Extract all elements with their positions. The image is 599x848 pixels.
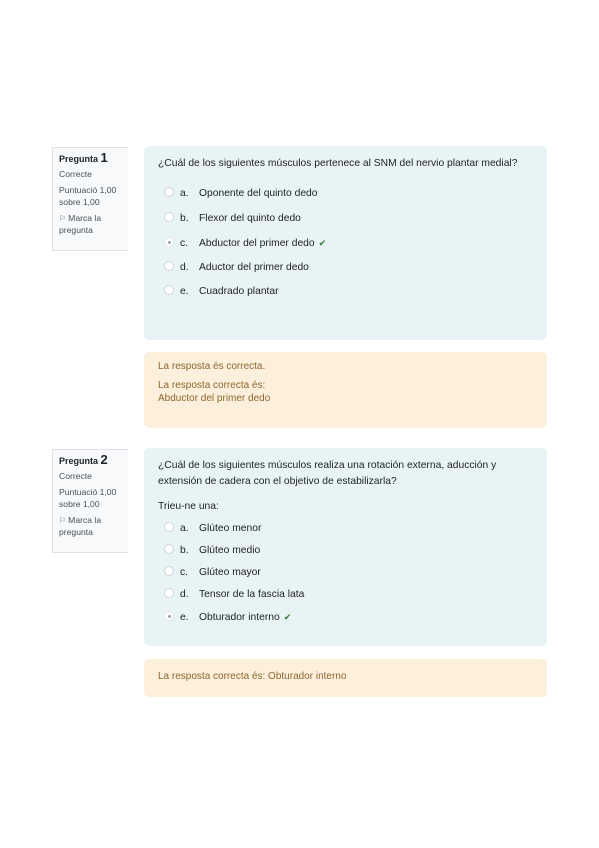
question-text: ¿Cuál de los siguientes músculos pertene… [158,158,518,169]
right-answer-label: La resposta correcta és: [158,380,266,391]
answer-list: a. Glúteo menor b. Glúteo medio c. Glúteo m… [158,518,533,628]
answer-text: Glúteo medio [199,545,261,556]
radio-button[interactable] [164,187,174,198]
radio-button-selected[interactable] [164,611,174,622]
question-state: Correcte [59,168,92,179]
answer-option-b[interactable]: b. Glúteo medio [158,540,533,562]
question-state: Correcte [59,470,92,481]
question-number: Pregunta 2 [59,452,108,467]
answer-option-b[interactable]: b. Flexor del quinto dedo [158,207,533,232]
flag-question-link[interactable]: ⚐ Marca la pregunta [59,213,121,236]
check-icon: ✔ [318,238,327,248]
answer-option-d[interactable]: d. Tensor de la fascia lata [158,584,533,606]
answer-option-e[interactable]: e. Cuadrado plantar [158,280,533,305]
answer-text: Oponente del quinto dedo [199,188,318,199]
question-feedback: La resposta correcta és: Obturador inter… [144,659,547,697]
radio-button[interactable] [164,211,174,222]
answer-text: Aductor del primer dedo [199,261,309,273]
flag-question-link[interactable]: ⚐ Marca la pregunta [59,515,121,538]
general-feedback: La resposta és correcta. [158,361,266,372]
radio-button[interactable] [164,260,174,271]
right-answer-text: Abductor del primer dedo [158,393,271,404]
answer-text: Abductor del primer dedo [199,238,315,249]
radio-button[interactable] [164,544,174,555]
right-answer-text: La resposta correcta és: Obturador inter… [158,671,347,682]
answer-text: Cuadrado plantar [199,286,279,297]
radio-button[interactable] [164,588,174,599]
answer-option-c[interactable]: c. Glúteo mayor [158,562,533,584]
question-info: Pregunta 1 Correcte Puntuació 1,00 sobre… [52,147,128,251]
answer-option-c[interactable]: c. Abductor del primer dedo ✔ [158,231,533,256]
radio-button-selected[interactable] [164,237,174,248]
answer-option-a[interactable]: a. Oponente del quinto dedo [158,182,533,207]
flag-icon: ⚐ [59,516,67,525]
flag-icon: ⚐ [59,214,67,223]
answer-option-d[interactable]: d. Aductor del primer dedo [158,256,533,281]
answer-text: Glúteo menor [199,523,262,534]
answer-text: Glúteo mayor [199,567,261,578]
question-feedback: La resposta és correcta. La resposta cor… [144,352,547,428]
answer-option-e[interactable]: e. Obturador interno ✔ [158,606,533,628]
check-icon: ✔ [283,612,292,622]
question-info: Pregunta 2 Correcte Puntuació 1,00 sobre… [52,449,128,553]
answer-prompt: Trieu-ne una: [158,501,219,512]
question-formulation: ¿Cuál de los siguientes músculos pertene… [144,146,547,340]
question-grade: Puntuació 1,00 sobre 1,00 [59,185,117,207]
radio-button[interactable] [164,566,174,577]
radio-button[interactable] [164,285,174,296]
question-text: ¿Cuál de los siguientes músculos realiza… [158,460,497,487]
question-formulation: ¿Cuál de los siguientes músculos realiza… [144,448,547,646]
answer-text: Tensor de la fascia lata [199,589,305,600]
answer-text: Obturador interno [199,612,280,623]
answer-option-a[interactable]: a. Glúteo menor [158,518,533,540]
answer-list: a. Oponente del quinto dedo b. Flexor del … [158,182,533,305]
question-grade: Puntuació 1,00 sobre 1,00 [59,487,117,509]
radio-button[interactable] [164,522,174,533]
question-number: Pregunta 1 [59,150,108,165]
answer-text: Flexor del quinto dedo [199,212,301,224]
